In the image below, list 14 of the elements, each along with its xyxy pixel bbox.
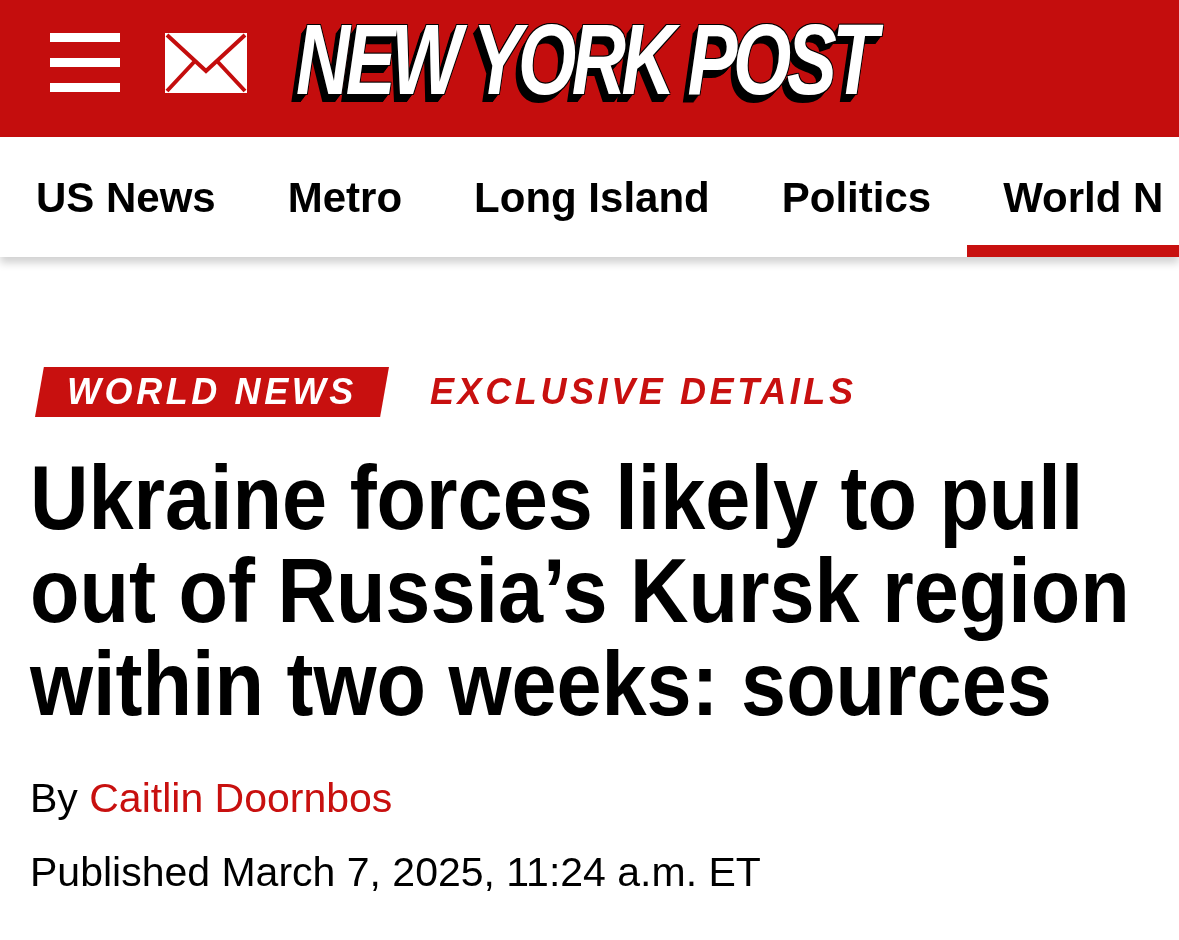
envelope-icon[interactable] — [165, 32, 247, 93]
publish-date: Published March 7, 2025, 11:24 a.m. ET — [30, 849, 762, 895]
nav-tab[interactable]: Metro — [251, 137, 439, 257]
headline: Ukraine forces likely to pull out of Russia’s Kursk region within two weeks: sources — [30, 452, 1131, 731]
author-link[interactable]: Caitlin Doornbos — [89, 775, 393, 821]
nav-tab[interactable]: World N — [967, 137, 1179, 257]
logo[interactable]: NEW YORK POST — [287, 6, 886, 119]
nav-tab[interactable]: US News — [0, 137, 252, 257]
nav-tab[interactable]: Politics — [745, 137, 968, 257]
kicker: EXCLUSIVE DETAILS — [429, 370, 857, 414]
section-tag[interactable]: WORLD NEWS — [35, 367, 389, 417]
byline: By Caitlin Doornbos — [30, 775, 394, 821]
menu-icon[interactable] — [50, 33, 120, 92]
nav-tab[interactable]: Long Island — [438, 137, 746, 257]
